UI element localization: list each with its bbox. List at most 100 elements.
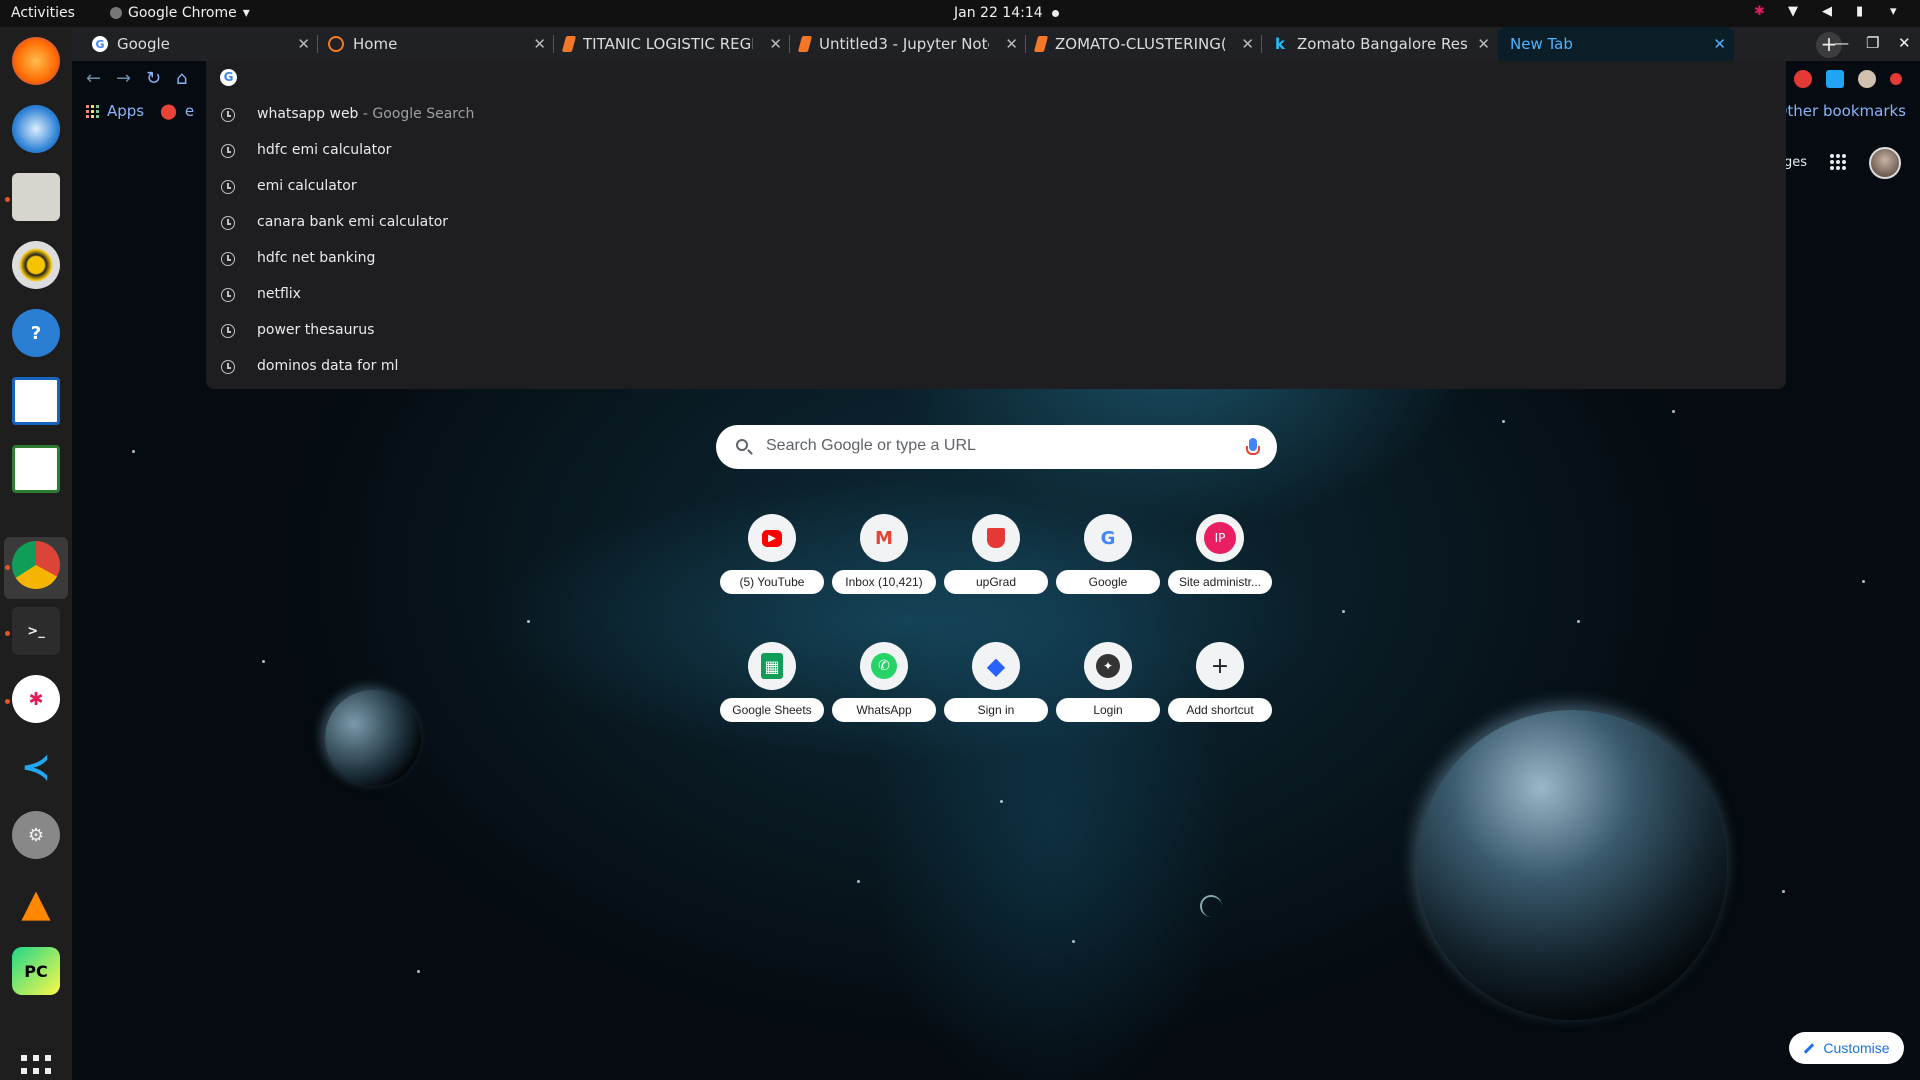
close-icon[interactable]: ✕ <box>769 35 782 53</box>
system-top-bar: Activities Google Chrome ▾ Jan 22 14:14 … <box>0 0 1920 27</box>
app-menu-label: Google Chrome <box>128 5 237 21</box>
omnibox-input[interactable]: G <box>220 69 237 86</box>
help-icon[interactable]: ? <box>12 309 60 357</box>
activities-button[interactable]: Activities <box>11 5 75 21</box>
close-icon[interactable]: ✕ <box>1477 35 1490 53</box>
ntp-search-box[interactable] <box>716 425 1277 469</box>
firefox-icon[interactable] <box>12 37 60 85</box>
chrome-icon[interactable] <box>12 541 60 589</box>
shortcut-label: Add shortcut <box>1168 698 1272 722</box>
battery-icon[interactable]: ▮ <box>1856 4 1872 20</box>
suggestion-item[interactable]: netflix <box>206 277 1786 313</box>
suggestion-item[interactable]: whatsapp web - Google Search <box>206 97 1786 133</box>
tab-google[interactable]: G Google ✕ <box>82 27 318 61</box>
home-icon[interactable]: ⌂ <box>176 68 187 89</box>
suggestion-text: whatsapp web <box>257 106 359 122</box>
suggestion-text: power thesaurus <box>257 322 375 338</box>
close-icon[interactable]: ✕ <box>1241 35 1254 53</box>
notification-dot <box>1052 10 1059 17</box>
tab-zomato-kaggle[interactable]: k Zomato Bangalore Restau ✕ <box>1262 27 1498 61</box>
history-clock-icon <box>221 288 235 302</box>
shortcut-add[interactable]: + Add shortcut <box>1164 642 1276 754</box>
shortcut-youtube[interactable]: ▶ (5) YouTube <box>716 514 828 626</box>
terminal-icon[interactable]: >_ <box>12 607 60 655</box>
search-input[interactable] <box>766 437 1206 455</box>
plus-icon: + <box>1196 642 1244 690</box>
settings-icon[interactable]: ⚙ <box>12 811 60 859</box>
update-alert-icon[interactable] <box>1890 73 1902 85</box>
notebook-icon <box>797 36 813 52</box>
tab-titanic[interactable]: TITANIC LOGISTIC REGRE ✕ <box>554 27 790 61</box>
close-icon[interactable]: ✕ <box>297 35 310 53</box>
close-icon[interactable]: ✕ <box>1713 35 1726 53</box>
clock[interactable]: Jan 22 14:14 <box>954 5 1043 21</box>
suggestion-item[interactable]: power thesaurus <box>206 313 1786 349</box>
shortcut-whatsapp[interactable]: ✆ WhatsApp <box>828 642 940 754</box>
system-tray[interactable]: ✱ ▼ ◀ ▮ ▾ <box>1754 4 1906 20</box>
app-menu[interactable]: Google Chrome ▾ <box>110 5 250 21</box>
shortcut-label: Sign in <box>944 698 1048 722</box>
tab-new-tab[interactable]: New Tab ✕ <box>1498 27 1734 61</box>
images-link[interactable]: ges <box>1784 155 1807 170</box>
suggestion-item[interactable]: canara bank emi calculator <box>206 205 1786 241</box>
tab-title: New Tab <box>1510 35 1573 53</box>
volume-icon[interactable]: ◀ <box>1822 4 1838 20</box>
reload-icon[interactable]: ↻ <box>146 68 161 89</box>
power-menu-icon[interactable]: ▾ <box>1890 4 1906 20</box>
writer-icon[interactable] <box>12 377 60 425</box>
apps-label: Apps <box>107 102 145 120</box>
apps-bookmark[interactable]: Apps ⬤ e <box>86 102 194 120</box>
shortcut-login[interactable]: ✦ Login <box>1052 642 1164 754</box>
vlc-icon[interactable]: ▲ <box>12 879 60 927</box>
profile-avatar-icon[interactable] <box>1858 70 1876 88</box>
tab-untitled3[interactable]: Untitled3 - Jupyter Notebo ✕ <box>790 27 1026 61</box>
jupyter-icon <box>328 36 344 52</box>
extension-red-icon[interactable] <box>1794 70 1812 88</box>
suggestion-item[interactable]: dominos data for ml <box>206 349 1786 385</box>
shortcut-upgrad[interactable]: upGrad <box>940 514 1052 626</box>
account-avatar[interactable] <box>1869 147 1901 179</box>
forward-arrow-icon[interactable]: → <box>116 68 131 89</box>
show-apps-icon[interactable] <box>21 1055 53 1080</box>
tab-zomato-clustering[interactable]: ZOMATO-CLUSTERING(U ✕ <box>1026 27 1262 61</box>
pycharm-icon[interactable]: PC <box>12 947 60 995</box>
close-window-icon[interactable]: ✕ <box>1898 34 1911 52</box>
rhythmbox-icon[interactable] <box>12 241 60 289</box>
shortcut-label: Inbox (10,421) <box>832 570 936 594</box>
shortcut-sign-in[interactable]: ◆ Sign in <box>940 642 1052 754</box>
extensions-puzzle-icon[interactable] <box>1826 70 1844 88</box>
slack-tray-icon[interactable]: ✱ <box>1754 4 1770 20</box>
close-icon[interactable]: ✕ <box>1005 35 1018 53</box>
tab-home[interactable]: Home ✕ <box>318 27 554 61</box>
suggestion-item[interactable]: hdfc emi calculator <box>206 133 1786 169</box>
tab-title: Home <box>353 35 398 53</box>
customise-button[interactable]: Customise <box>1789 1032 1904 1064</box>
close-icon[interactable]: ✕ <box>533 35 546 53</box>
small-planet <box>325 690 421 786</box>
minimize-icon[interactable]: — <box>1834 34 1849 52</box>
maximize-icon[interactable]: ❐ <box>1866 34 1879 52</box>
shortcut-label: Google <box>1056 570 1160 594</box>
running-indicator <box>5 565 10 570</box>
back-arrow-icon[interactable]: ← <box>86 68 101 89</box>
calc-icon[interactable] <box>12 445 60 493</box>
shortcut-google-sheets[interactable]: ▦ Google Sheets <box>716 642 828 754</box>
wifi-icon[interactable]: ▼ <box>1788 4 1804 20</box>
history-clock-icon <box>221 324 235 338</box>
shortcut-gmail[interactable]: M Inbox (10,421) <box>828 514 940 626</box>
files-icon[interactable] <box>12 173 60 221</box>
other-bookmarks[interactable]: Other bookmarks <box>1776 102 1906 120</box>
shortcut-google[interactable]: G Google <box>1052 514 1164 626</box>
suggestion-text: dominos data for ml <box>257 358 399 374</box>
suggestion-text: hdfc net banking <box>257 250 376 266</box>
shortcut-site-admin[interactable]: IP Site administr... <box>1164 514 1276 626</box>
suggestion-item[interactable]: hdfc net banking <box>206 241 1786 277</box>
vscode-icon[interactable]: ≺ <box>12 743 60 791</box>
login-icon: ✦ <box>1084 642 1132 690</box>
thunderbird-icon[interactable] <box>12 105 60 153</box>
suggestion-item[interactable]: emi calculator <box>206 169 1786 205</box>
microphone-icon[interactable] <box>1246 438 1260 455</box>
slack-icon[interactable]: ✱ <box>12 675 60 723</box>
bookmark-e-label[interactable]: e <box>185 102 194 120</box>
google-apps-icon[interactable] <box>1830 154 1846 170</box>
